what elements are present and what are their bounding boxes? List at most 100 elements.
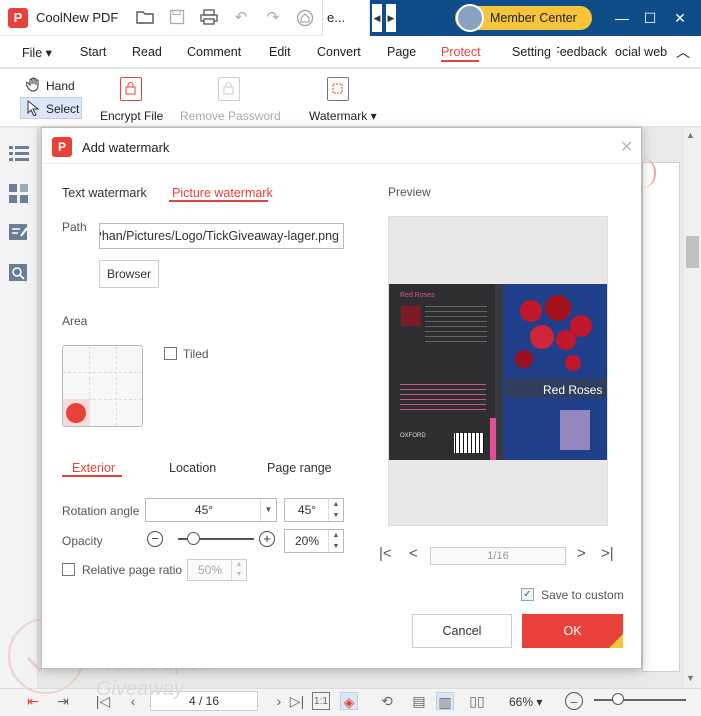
watermark-icon[interactable]: [327, 77, 349, 101]
stepper-arrows-icon: ▲ ▼: [231, 560, 246, 580]
watermark-dropdown[interactable]: Watermark ▾: [309, 109, 377, 123]
list-view-icon[interactable]: [9, 145, 29, 163]
area-selected-dot: [66, 403, 86, 423]
tab-picture-watermark[interactable]: Picture watermark: [172, 186, 273, 200]
annotations-icon[interactable]: [9, 224, 29, 242]
menu-protect[interactable]: Protect: [441, 45, 481, 59]
menu-file[interactable]: File ▾: [22, 45, 52, 60]
open-folder-icon[interactable]: [136, 9, 154, 27]
opacity-value: 20%: [294, 534, 320, 548]
rotation-angle-label: Rotation angle: [62, 504, 140, 518]
tiled-checkbox[interactable]: [164, 347, 177, 360]
rose-shape: [545, 295, 571, 321]
rotation-angle-select[interactable]: 45°: [145, 498, 277, 522]
tab-scroll-left-icon[interactable]: ◀: [372, 4, 382, 32]
stepper-arrows-icon[interactable]: ▲ ▼: [328, 530, 343, 552]
document-page: [642, 162, 680, 672]
subtab-exterior[interactable]: Exterior: [72, 461, 115, 475]
next-view-icon[interactable]: ⇥: [54, 692, 72, 710]
preview-prev-page-icon[interactable]: <: [409, 545, 418, 562]
opacity-decrease-icon[interactable]: −: [147, 531, 163, 547]
close-icon[interactable]: ✕: [670, 8, 690, 28]
search-icon[interactable]: [9, 264, 29, 282]
preview-page-indicator[interactable]: 1/16: [430, 547, 566, 565]
dialog-close-icon[interactable]: ✕: [620, 137, 633, 157]
ok-corner-badge-icon: [609, 634, 623, 648]
encrypt-file-label[interactable]: Encrypt File: [100, 109, 163, 123]
hand-icon: [25, 76, 42, 95]
relative-page-ratio-checkbox[interactable]: [62, 563, 75, 576]
preview-last-page-icon[interactable]: >|: [601, 545, 614, 562]
subtab-page-range[interactable]: Page range: [267, 461, 332, 475]
cover-back-text-lines: [425, 306, 487, 346]
rose-shape: [520, 300, 542, 322]
menu-start[interactable]: Start: [80, 45, 106, 59]
opacity-stepper[interactable]: 20% ▲ ▼: [284, 529, 344, 553]
cover-publisher: OXFORD: [400, 433, 426, 439]
ok-button[interactable]: OK: [522, 614, 623, 648]
rose-shape: [565, 355, 581, 371]
relative-page-ratio-label: Relative page ratio: [82, 563, 183, 577]
left-sidebar: [0, 128, 38, 688]
rose-shape: [556, 330, 576, 350]
zoom-slider[interactable]: [594, 699, 686, 701]
vertical-scrollbar[interactable]: [684, 128, 701, 688]
last-page-icon[interactable]: ▷|: [288, 692, 306, 710]
opacity-increase-icon[interactable]: +: [259, 531, 275, 547]
menu-comment[interactable]: Comment: [187, 45, 241, 59]
continuous-page-icon[interactable]: ▥: [436, 692, 454, 710]
menu-convert[interactable]: Convert: [317, 45, 361, 59]
menu-feedback[interactable]: Feedback: [557, 45, 607, 59]
save-to-custom-checkbox[interactable]: ✓: [521, 588, 534, 601]
undo-icon[interactable]: ↶: [232, 9, 250, 27]
two-page-icon[interactable]: ▯▯: [468, 692, 486, 710]
actual-size-icon[interactable]: 1:1: [312, 692, 330, 710]
scroll-up-icon[interactable]: ▲: [686, 130, 695, 140]
zoom-out-icon[interactable]: −: [565, 692, 583, 710]
print-icon[interactable]: [200, 9, 218, 27]
grid-divider: [116, 346, 117, 426]
relative-page-ratio-stepper: 50% ▲ ▼: [187, 559, 247, 581]
fit-page-icon[interactable]: ◈: [340, 692, 358, 710]
home-icon[interactable]: [296, 9, 314, 27]
rotate-icon[interactable]: ⟲: [378, 692, 396, 710]
previous-view-icon[interactable]: ⇤: [24, 692, 42, 710]
avatar[interactable]: [456, 4, 484, 32]
minimize-icon[interactable]: —: [612, 8, 632, 28]
cancel-button[interactable]: Cancel: [412, 614, 512, 648]
preview-next-page-icon[interactable]: >: [577, 545, 586, 562]
menu-setting[interactable]: Setting: [512, 45, 551, 59]
member-center-label: Member Center: [490, 11, 577, 25]
thumbnails-icon[interactable]: [9, 184, 29, 203]
maximize-icon[interactable]: ☐: [640, 8, 660, 28]
menu-read[interactable]: Read: [132, 45, 162, 59]
menu-social-web[interactable]: ocial web: [615, 45, 667, 59]
hand-tool-label[interactable]: Hand: [46, 79, 75, 93]
stepper-arrows-icon[interactable]: ▲ ▼: [328, 499, 343, 521]
rotation-angle-stepper[interactable]: 45° ▲ ▼: [284, 498, 344, 522]
app-logo-icon: P: [8, 8, 28, 28]
cover-barcode: [454, 433, 484, 453]
rotation-angle-value: 45°: [297, 503, 317, 517]
path-input[interactable]: C:/Users/ThanhPhan/Pictures/Logo/TickGiv…: [99, 223, 344, 249]
chevron-down-icon[interactable]: ▼: [260, 499, 276, 521]
zoom-slider-thumb[interactable]: [611, 693, 624, 705]
menu-edit[interactable]: Edit: [269, 45, 291, 59]
menu-page[interactable]: Page: [387, 45, 416, 59]
browser-button[interactable]: Browser: [99, 260, 159, 288]
collapse-ribbon-icon[interactable]: ︿: [676, 42, 690, 62]
tab-scroll-right-icon[interactable]: ▶: [386, 4, 396, 32]
encrypt-file-icon[interactable]: [120, 77, 142, 101]
redo-icon[interactable]: ↷: [264, 9, 282, 27]
scroll-down-icon[interactable]: ▼: [686, 673, 695, 683]
next-page-icon[interactable]: ›: [270, 692, 288, 710]
subtab-location[interactable]: Location: [169, 461, 216, 475]
single-page-icon[interactable]: ▤: [410, 692, 428, 710]
tab-text-watermark[interactable]: Text watermark: [62, 186, 147, 200]
zoom-level[interactable]: 66% ▾: [509, 695, 542, 709]
active-tab-underline: [169, 200, 268, 202]
save-to-custom-label: Save to custom: [541, 588, 624, 602]
save-icon[interactable]: [168, 9, 186, 27]
preview-first-page-icon[interactable]: |<: [379, 545, 392, 562]
scrollbar-thumb[interactable]: [686, 236, 699, 268]
